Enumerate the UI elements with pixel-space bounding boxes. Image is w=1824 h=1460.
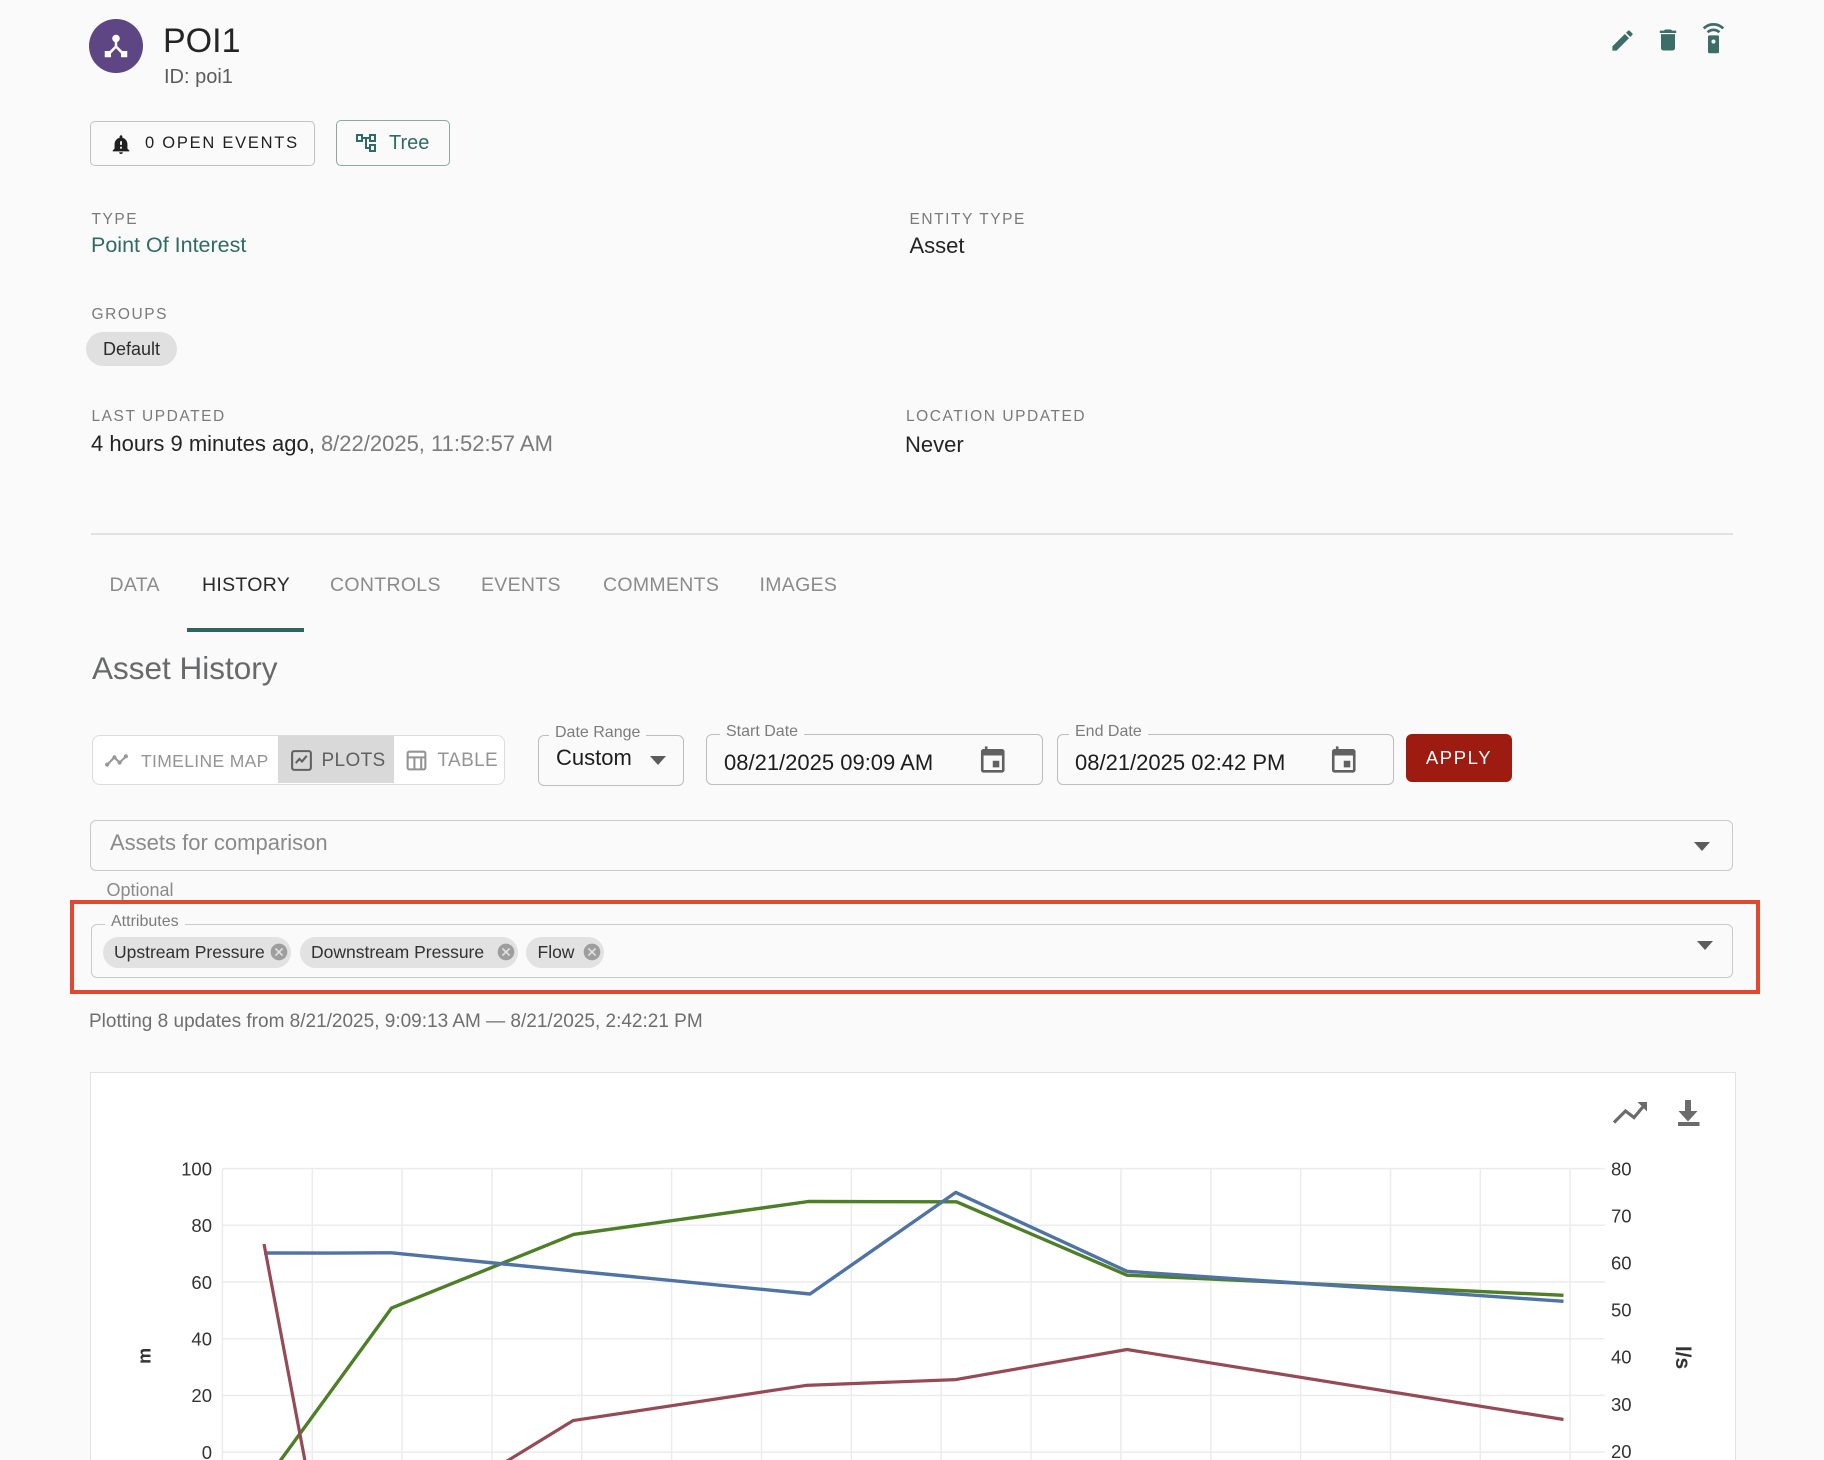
svg-text:40: 40 [191, 1329, 212, 1350]
svg-text:60: 60 [1611, 1253, 1632, 1274]
svg-text:20: 20 [191, 1385, 212, 1406]
svg-text:30: 30 [1611, 1394, 1632, 1415]
svg-text:20: 20 [1611, 1441, 1632, 1460]
svg-text:60: 60 [191, 1272, 212, 1293]
svg-text:70: 70 [1611, 1206, 1632, 1227]
svg-text:50: 50 [1611, 1300, 1632, 1321]
svg-text:0: 0 [202, 1442, 212, 1460]
svg-text:40: 40 [1611, 1347, 1632, 1368]
svg-text:80: 80 [1611, 1158, 1632, 1179]
svg-text:80: 80 [191, 1215, 212, 1236]
svg-text:m: m [135, 1348, 155, 1364]
svg-text:100: 100 [181, 1158, 212, 1179]
svg-text:l/s: l/s [1671, 1346, 1694, 1369]
